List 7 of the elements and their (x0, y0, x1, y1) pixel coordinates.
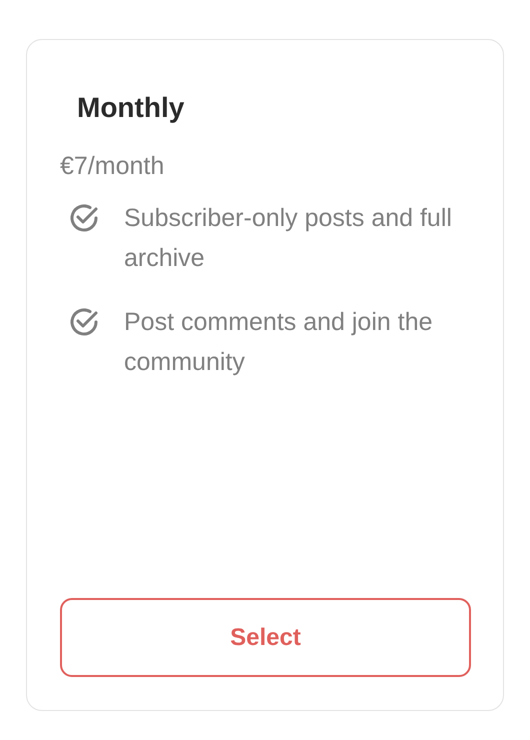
feature-text: Subscriber-only posts and full archive (124, 203, 453, 274)
plan-price: €7/month (60, 151, 164, 182)
check-circle-icon (68, 306, 100, 338)
plan-title: Monthly (77, 91, 184, 125)
check-circle-icon (68, 202, 100, 234)
feature-text: Post comments and join the community (124, 307, 434, 378)
select-button[interactable]: Select (60, 598, 471, 677)
